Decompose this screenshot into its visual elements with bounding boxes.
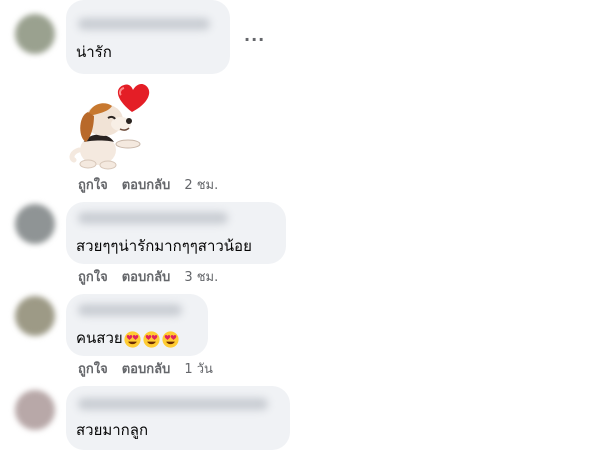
comment-text: สวยมากลูก bbox=[76, 421, 149, 439]
commenter-name-redacted[interactable] bbox=[78, 304, 182, 316]
comment-timestamp[interactable]: 2 ชม. bbox=[184, 178, 218, 193]
heart-eyes-emoji bbox=[124, 330, 141, 348]
comment-text: สวยๆๆน่ารักมากๆๆสาวน้อย bbox=[76, 237, 252, 255]
more-options-icon[interactable]: ··· bbox=[244, 30, 265, 49]
beagle-heart-sticker bbox=[64, 80, 156, 174]
commenter-name-redacted[interactable] bbox=[78, 18, 210, 30]
commenter-avatar[interactable] bbox=[15, 390, 55, 430]
reply-button[interactable]: ตอบกลับ bbox=[122, 362, 171, 377]
commenter-name-redacted[interactable] bbox=[78, 398, 268, 410]
commenter-avatar[interactable] bbox=[15, 296, 55, 336]
like-button[interactable]: ถูกใจ bbox=[78, 178, 108, 193]
like-button[interactable]: ถูกใจ bbox=[78, 270, 108, 285]
comment-timestamp[interactable]: 3 ชม. bbox=[184, 270, 218, 285]
heart-eyes-emoji bbox=[162, 330, 179, 348]
comment-actions: ถูกใจ ตอบกลับ 2 ชม. bbox=[78, 176, 218, 196]
commenter-name-redacted[interactable] bbox=[78, 212, 228, 224]
like-button[interactable]: ถูกใจ bbox=[78, 362, 108, 377]
comment-text: น่ารัก bbox=[76, 43, 112, 61]
comment-text-row: คนสวย bbox=[76, 328, 181, 349]
commenter-avatar[interactable] bbox=[15, 14, 55, 54]
commenter-avatar[interactable] bbox=[15, 204, 55, 244]
comment-text: คนสวย bbox=[76, 329, 123, 347]
heart-eyes-emoji bbox=[143, 330, 160, 348]
comment-bubble: สวยๆๆน่ารักมากๆๆสาวน้อย bbox=[66, 202, 286, 264]
comments-panel: น่ารัก ··· ถูกใจ ตอบกลับ 2 ชม. สวยๆๆน่าร… bbox=[0, 0, 595, 450]
comment-bubble: น่ารัก bbox=[66, 0, 230, 74]
comment-bubble: สวยมากลูก bbox=[66, 386, 290, 450]
comment-bubble: คนสวย bbox=[66, 294, 208, 356]
emoji-row bbox=[124, 329, 181, 349]
comment-timestamp[interactable]: 1 วัน bbox=[184, 362, 213, 377]
comment-actions: ถูกใจ ตอบกลับ 3 ชม. bbox=[78, 268, 218, 288]
reply-button[interactable]: ตอบกลับ bbox=[122, 178, 171, 193]
comment-actions: ถูกใจ ตอบกลับ 1 วัน bbox=[78, 360, 213, 380]
reply-button[interactable]: ตอบกลับ bbox=[122, 270, 171, 285]
